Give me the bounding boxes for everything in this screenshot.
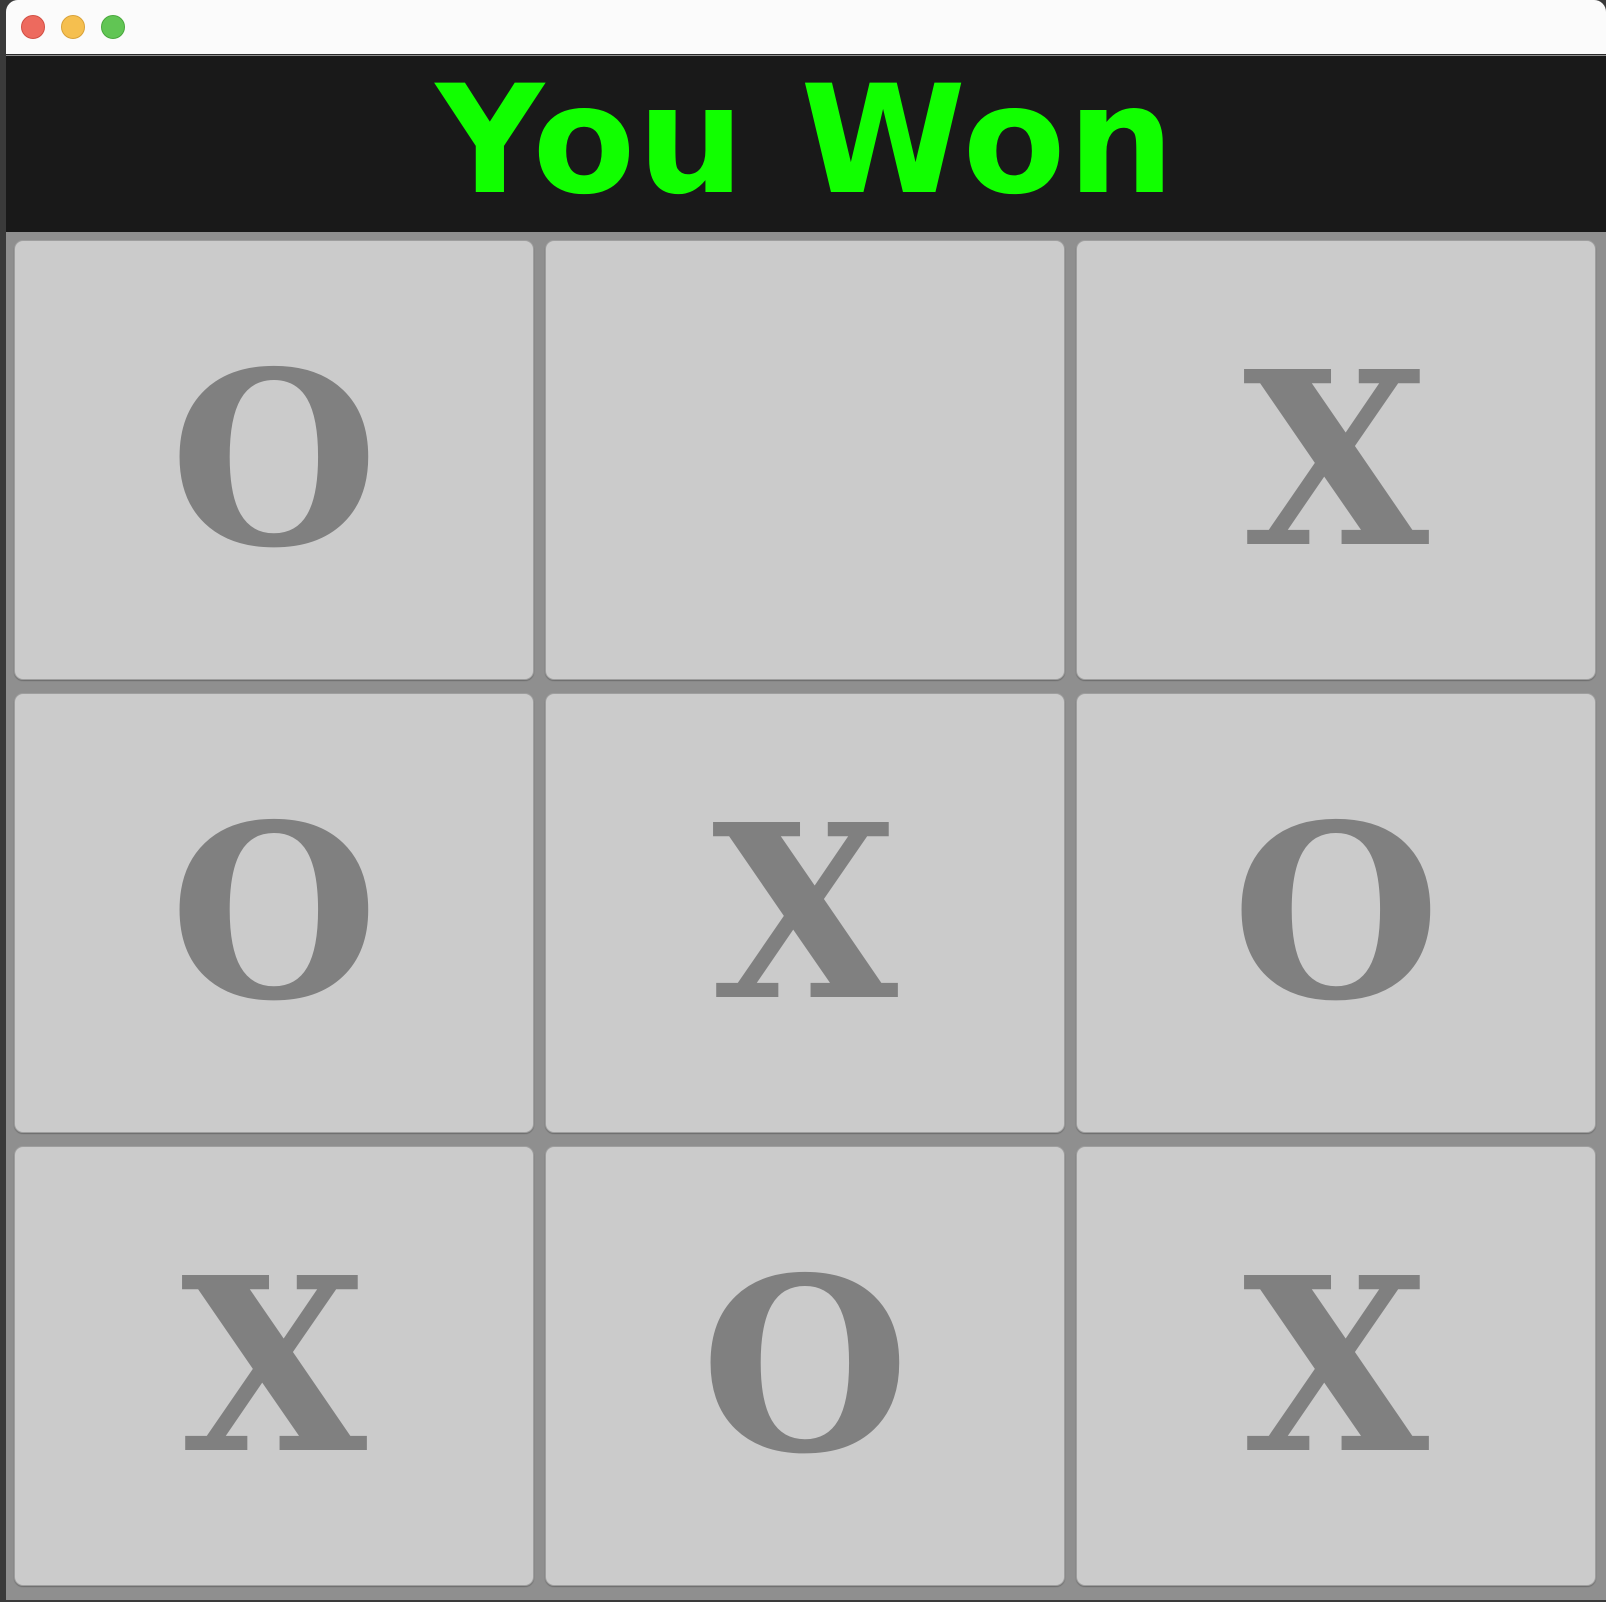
cell-mark: O [700, 1225, 910, 1507]
board-cell-r3-c2[interactable]: O [545, 1146, 1065, 1586]
board-cell-r2-c2[interactable]: X [545, 693, 1065, 1133]
cell-mark: X [1242, 1225, 1430, 1507]
cell-mark: O [169, 319, 379, 601]
board-cell-r3-c1[interactable]: X [14, 1146, 534, 1586]
cell-mark: O [1231, 772, 1441, 1054]
cell-mark: X [180, 1225, 368, 1507]
board-cell-r1-c3[interactable]: X [1076, 240, 1596, 680]
board-cell-r2-c1[interactable]: O [14, 693, 534, 1133]
result-text: You Won [435, 54, 1177, 228]
close-window-button[interactable] [21, 15, 45, 39]
board-cell-r1-c2[interactable] [545, 240, 1065, 680]
cell-mark: O [169, 772, 379, 1054]
board-cell-r2-c3[interactable]: O [1076, 693, 1596, 1133]
maximize-window-button[interactable] [101, 15, 125, 39]
game-window: You Won O X O X O X O X [6, 0, 1606, 1600]
board-cell-r3-c3[interactable]: X [1076, 1146, 1596, 1586]
cell-mark: X [1242, 319, 1430, 601]
cell-mark: X [711, 772, 899, 1054]
minimize-window-button[interactable] [61, 15, 85, 39]
title-bar[interactable] [6, 0, 1606, 55]
game-board: O X O X O X O X [8, 240, 1606, 1600]
board-cell-r1-c1[interactable]: O [14, 240, 534, 680]
result-banner: You Won [6, 56, 1606, 232]
